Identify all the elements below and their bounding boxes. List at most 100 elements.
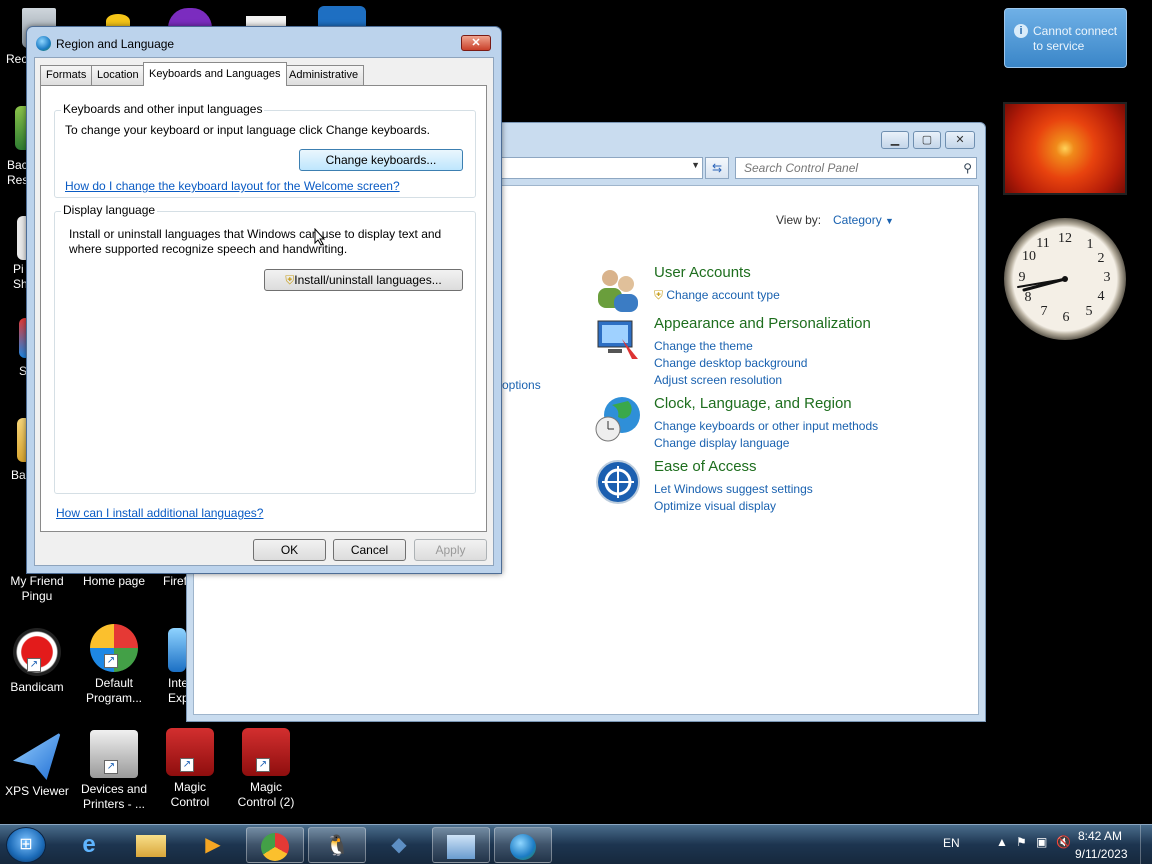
desktop-icon-label: Bandicam: [10, 680, 64, 694]
taskbar-explorer[interactable]: [122, 827, 180, 863]
shortcut-arrow-icon: ↗: [256, 758, 270, 772]
change-keyboards-button[interactable]: Change keyboards...: [299, 149, 463, 171]
keyboard-layout-help-link[interactable]: How do I change the keyboard layout for …: [65, 179, 400, 193]
category-link[interactable]: Let Windows suggest settings: [654, 482, 813, 496]
desktop-icon-xps-viewer[interactable]: XPS Viewer: [0, 732, 74, 799]
search-icon[interactable]: ⚲: [963, 158, 972, 178]
category-title[interactable]: Ease of Access: [654, 458, 757, 475]
category-link[interactable]: Change desktop background: [654, 356, 807, 370]
windows-logo-icon: ⊞: [19, 836, 33, 853]
clock-gadget[interactable]: 12 1 2 3 4 5 6 7 8 9 10 11: [1004, 218, 1126, 340]
display-language-description-line2: where supported recognize speech and han…: [69, 242, 348, 256]
volume-muted-icon[interactable]: 🔇: [1056, 835, 1071, 849]
taskbar-internet-explorer[interactable]: e: [60, 827, 118, 863]
category-title[interactable]: Clock, Language, and Region: [654, 395, 852, 412]
category-link[interactable]: Change the theme: [654, 339, 753, 353]
keyboards-group-legend: Keyboards and other input languages: [61, 102, 265, 116]
slideshow-gadget[interactable]: [1003, 102, 1127, 195]
partial-link[interactable]: options: [502, 378, 541, 392]
clock-globe-icon: [595, 397, 640, 442]
tab-administrative[interactable]: Administrative: [283, 65, 365, 85]
clock-time[interactable]: 8:42 AM: [1078, 829, 1122, 843]
desktop-icon-magic-control[interactable]: ↗ Magic Control: [153, 728, 227, 810]
show-desktop-button[interactable]: [1140, 825, 1152, 864]
desktop-icon-devices-and-printers[interactable]: ↗ Devices and Printers - ...: [77, 730, 151, 812]
chevron-down-icon: ▼: [885, 216, 894, 226]
app-icon[interactable]: [168, 8, 212, 28]
ease-of-access-icon: [596, 460, 640, 504]
category-link[interactable]: ⛨ Change account type: [654, 288, 780, 303]
search-input[interactable]: Search Control Panel ⚲: [735, 157, 977, 179]
printer-icon: ↗: [90, 730, 138, 778]
desktop-icon-label-2: Control (2): [237, 795, 295, 809]
mouse-cursor-icon: [314, 228, 326, 246]
address-bar[interactable]: ▼: [497, 157, 703, 179]
desktop-icon-my-friend-pingu[interactable]: My Friend Pingu: [0, 574, 74, 604]
desktop-icon-firefox[interactable]: Firef: [154, 574, 186, 589]
install-additional-languages-link[interactable]: How can I install additional languages?: [56, 506, 263, 520]
display-language-group: Display language Install or uninstall la…: [54, 203, 476, 494]
close-button[interactable]: ✕: [945, 131, 975, 149]
desktop-icon-label: XPS Viewer: [5, 784, 69, 798]
xps-viewer-icon: [13, 732, 61, 780]
minimize-button[interactable]: ▁: [881, 131, 909, 149]
gadget-message-line1: Cannot connect: [1033, 24, 1118, 38]
globe-icon: [36, 36, 51, 51]
desktop-icon-default-programs[interactable]: ↗ Default Program...: [77, 624, 151, 706]
category-link-label: Change account type: [666, 288, 780, 302]
magic-control-icon: ↗: [242, 728, 290, 776]
desktop-icon-label-2: Exp: [168, 691, 186, 705]
install-uninstall-languages-button[interactable]: ⛨Install/uninstall languages...: [264, 269, 463, 291]
category-title[interactable]: User Accounts: [654, 264, 751, 281]
category-link[interactable]: Adjust screen resolution: [654, 373, 782, 387]
internet-explorer-icon: [168, 628, 186, 672]
taskbar-chrome[interactable]: [246, 827, 304, 863]
network-icon[interactable]: ▣: [1036, 835, 1047, 849]
taskbar: ⊞ e ▶ 🐧 ◆ EN ▲ ⚑ ▣ 🔇 8:42 AM 9/11/2023: [0, 824, 1152, 864]
category-link[interactable]: Change display language: [654, 436, 789, 450]
shortcut-arrow-icon: ↗: [104, 654, 118, 668]
dialog-title-bar[interactable]: Region and Language ✕: [27, 27, 501, 57]
desktop-icon-label-2: Pingu: [21, 589, 53, 603]
clock-date[interactable]: 9/11/2023: [1075, 847, 1128, 861]
language-indicator[interactable]: EN: [943, 836, 960, 850]
taskbar-region-language[interactable]: [494, 827, 552, 863]
notification-gadget[interactable]: i Cannot connect to service: [1004, 8, 1127, 68]
desktop-icon-label: Magic: [249, 780, 282, 794]
close-button[interactable]: ✕: [461, 35, 491, 51]
start-button[interactable]: ⊞: [6, 827, 46, 863]
apply-button[interactable]: Apply: [414, 539, 487, 561]
view-by-dropdown[interactable]: Category ▼: [833, 213, 894, 227]
taskbar-control-panel[interactable]: [432, 827, 490, 863]
tab-location[interactable]: Location: [91, 65, 145, 85]
taskbar-app[interactable]: ◆: [370, 827, 428, 863]
refresh-icon: ⇆: [711, 161, 723, 175]
desktop-icon-bandicam[interactable]: ↗ Bandicam: [0, 628, 74, 695]
globe-icon: [510, 833, 536, 860]
clock-hands-icon: [1017, 276, 1068, 292]
show-hidden-icons-button[interactable]: ▲: [996, 835, 1008, 849]
app-icon[interactable]: [318, 6, 366, 28]
region-language-dialog[interactable]: Region and Language ✕ Formats Location K…: [26, 26, 502, 574]
category-link[interactable]: Optimize visual display: [654, 499, 776, 513]
cancel-button[interactable]: Cancel: [333, 539, 406, 561]
action-center-icon[interactable]: ⚑: [1016, 835, 1027, 849]
chevron-down-icon[interactable]: ▼: [691, 160, 700, 170]
magic-control-icon: ↗: [166, 728, 214, 776]
keyboards-group: Keyboards and other input languages To c…: [54, 102, 476, 198]
ok-button[interactable]: OK: [253, 539, 326, 561]
taskbar-media-player[interactable]: ▶: [184, 827, 242, 863]
desktop-icon-internet-explorer[interactable]: Inte Exp: [154, 628, 186, 706]
bandicam-icon: ↗: [13, 628, 61, 676]
taskbar-pingu[interactable]: 🐧: [308, 827, 366, 863]
desktop-icon-magic-control-2[interactable]: ↗ Magic Control (2): [229, 728, 303, 810]
maximize-button[interactable]: ▢: [913, 131, 941, 149]
refresh-button[interactable]: ⇆: [705, 157, 729, 179]
tab-formats[interactable]: Formats: [40, 65, 93, 85]
dialog-body: Formats Location Keyboards and Languages…: [34, 57, 494, 566]
shortcut-arrow-icon: ↗: [27, 658, 41, 672]
category-link[interactable]: Change keyboards or other input methods: [654, 419, 878, 433]
category-title[interactable]: Appearance and Personalization: [654, 315, 871, 332]
tab-keyboards-and-languages[interactable]: Keyboards and Languages: [143, 62, 287, 86]
desktop-icon-home-page[interactable]: Home page: [77, 574, 151, 589]
